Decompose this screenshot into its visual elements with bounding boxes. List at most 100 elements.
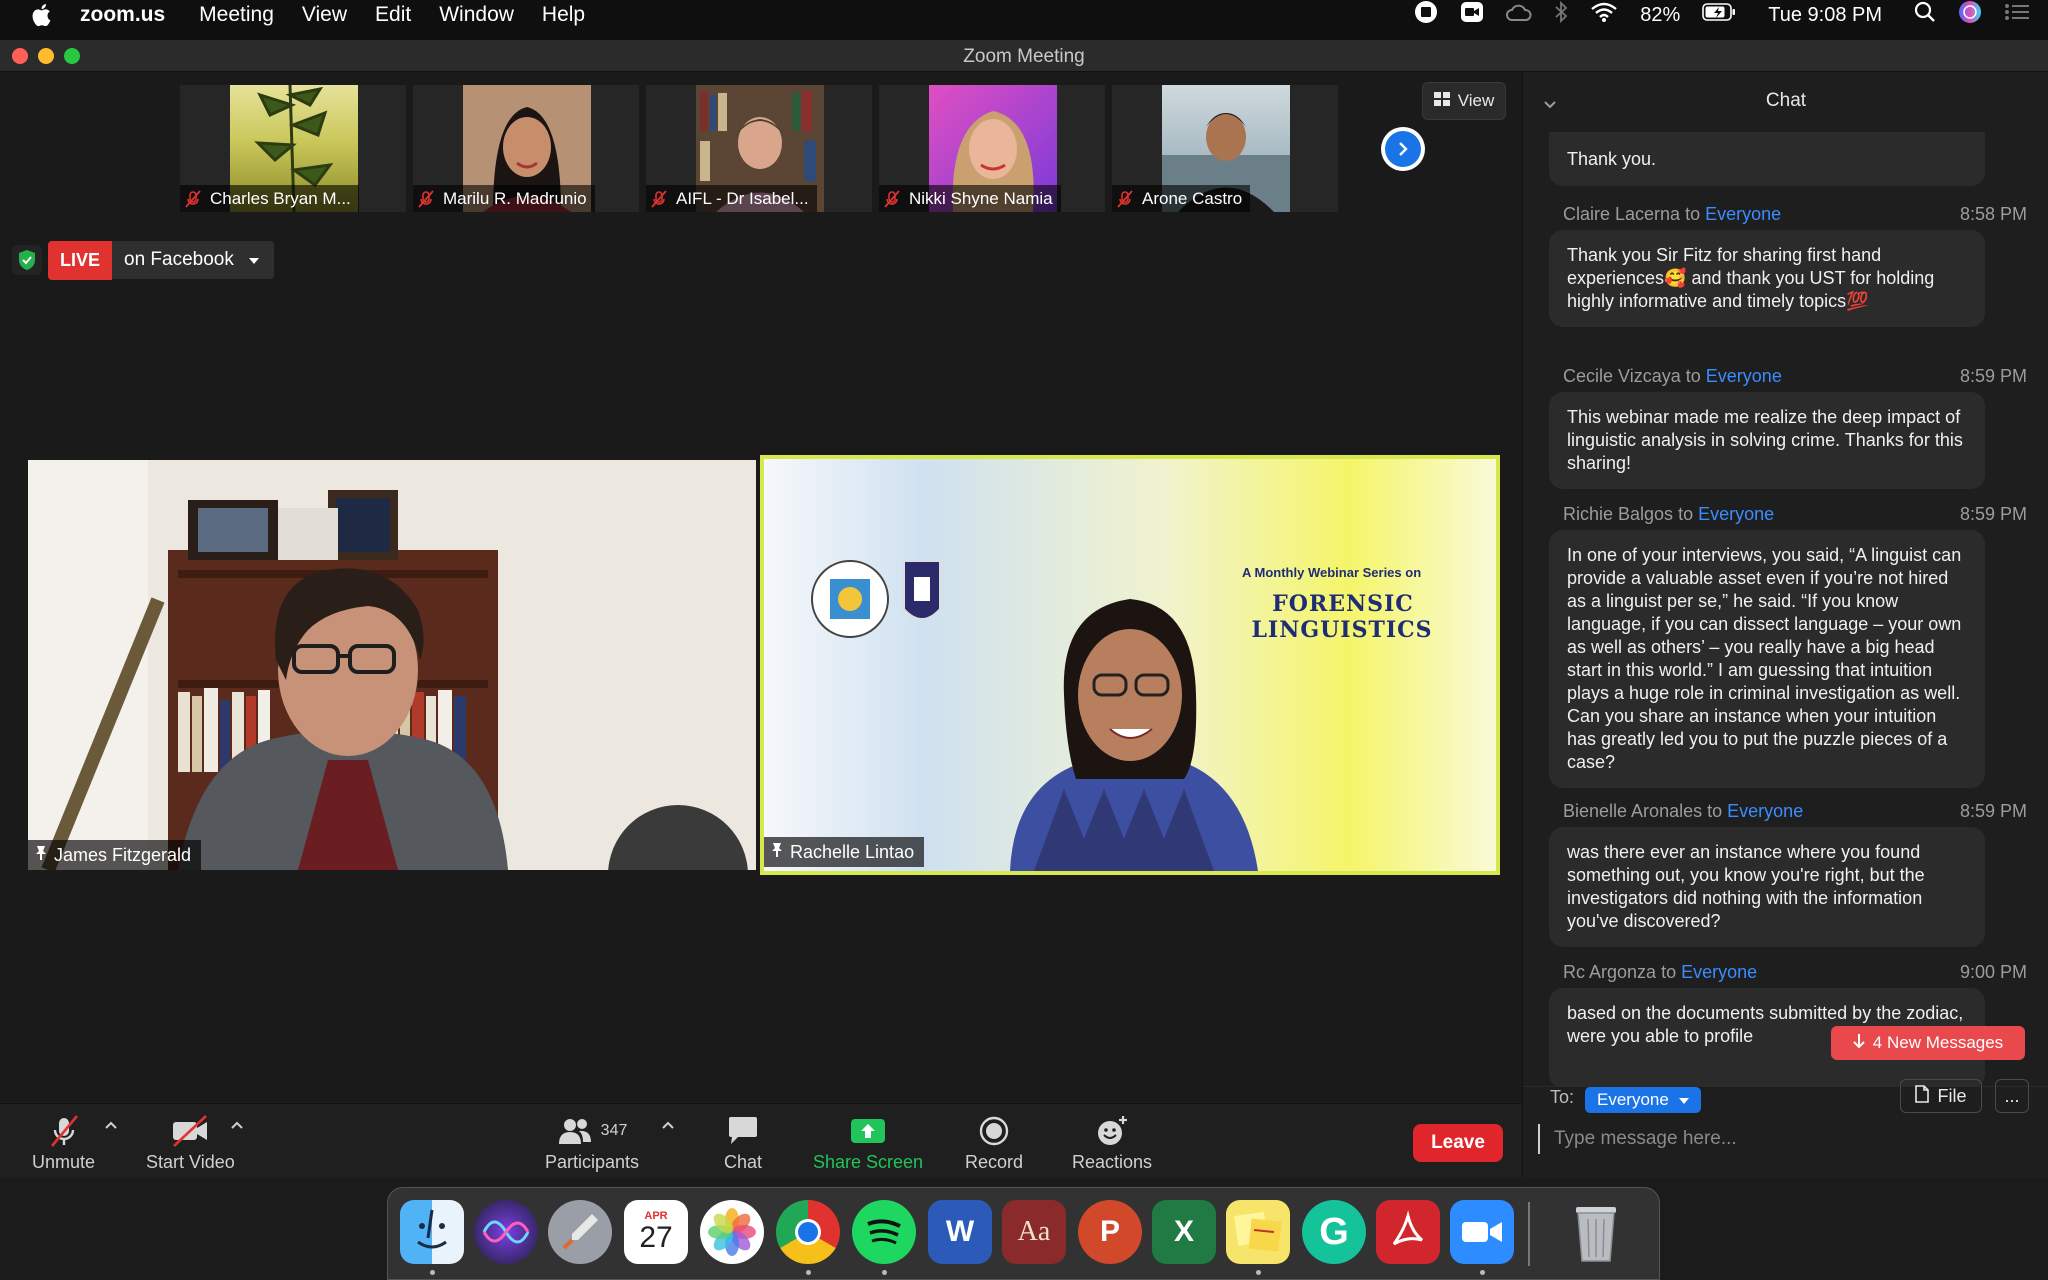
participants-options-caret-icon[interactable] [661,1118,675,1132]
creative-cloud-icon[interactable] [1506,2,1532,28]
muted-mic-icon [650,189,668,208]
apple-menu-icon[interactable] [28,2,54,28]
grammarly-icon[interactable]: G [1302,1200,1366,1264]
chevron-down-icon[interactable] [1543,94,1557,116]
spotify-icon[interactable] [852,1200,916,1264]
adobe-acrobat-icon[interactable] [1376,1200,1440,1264]
video-tile-speaker-left[interactable]: James Fitzgerald [28,460,756,870]
pin-icon [770,842,784,863]
file-icon [1915,1084,1930,1108]
chat-recipient[interactable]: Everyone [1705,204,1781,224]
chat-message-input[interactable] [1538,1124,2028,1154]
chat-message-bubble: Thank you Sir Fitz for sharing first han… [1549,230,1985,327]
live-destination-dropdown[interactable]: on Facebook [112,241,274,279]
file-button[interactable]: File [1900,1079,1982,1113]
chat-message-header: Rc Argonza to Everyone 9:00 PM [1563,962,2027,983]
running-indicator [1256,1270,1261,1275]
chat-message-text: This webinar made me realize the deep im… [1567,407,1963,473]
share-screen-button[interactable]: Share Screen [813,1114,923,1173]
window-title: Zoom Meeting [963,46,1085,67]
new-messages-button[interactable]: 4 New Messages [1831,1026,2025,1060]
muted-mic-icon [47,1114,81,1148]
photos-icon[interactable] [700,1200,764,1264]
zoom-app-icon[interactable] [1450,1200,1514,1264]
chat-sender: Claire Lacerna [1563,204,1681,224]
participant-thumbnail[interactable]: AIFL - Dr Isabel... [646,85,872,212]
notification-center-icon[interactable] [2004,2,2030,28]
bluetooth-icon[interactable] [1554,0,1568,29]
chrome-icon[interactable] [776,1200,840,1264]
running-indicator [430,1270,435,1275]
reactions-button[interactable]: Reactions [1072,1114,1152,1173]
unmute-button[interactable]: Unmute [32,1114,95,1173]
microsoft-excel-icon[interactable]: X [1152,1200,1216,1264]
chat-message-bubble: This webinar made me realize the deep im… [1549,392,1985,489]
meeting-area: Charles Bryan M... Marilu R. Madrunio AI… [0,72,1522,1102]
start-video-button[interactable]: Start Video [146,1114,235,1173]
video-tile-active-speaker[interactable]: A Monthly Webinar Series on FORENSIC LIN… [760,455,1500,875]
running-indicator [806,1270,811,1275]
chat-recipient-value: Everyone [1597,1090,1669,1109]
chat-recipient[interactable]: Everyone [1698,504,1774,524]
chat-message-text: was there ever an instance where you fou… [1567,842,1925,931]
dictionary-icon[interactable]: Aa [1002,1200,1066,1264]
meeting-controls-toolbar: Unmute Start Video 347 Participants Chat… [0,1103,1522,1178]
chat-recipient-dropdown[interactable]: Everyone [1585,1087,1701,1113]
menu-edit[interactable]: Edit [375,3,411,27]
menu-window[interactable]: Window [439,3,514,27]
participant-video-feed [764,459,1496,871]
audio-options-caret-icon[interactable] [104,1118,118,1132]
menu-meeting[interactable]: Meeting [199,3,274,27]
leave-meeting-button[interactable]: Leave [1413,1124,1503,1162]
chat-timestamp: 8:59 PM [1959,366,2027,386]
chat-more-options-button[interactable]: ... [1995,1079,2029,1113]
screen-record-status-icon[interactable] [1414,0,1438,30]
participant-thumbnail[interactable]: Marilu R. Madrunio [413,85,639,212]
chat-button[interactable]: Chat [724,1114,762,1173]
share-screen-icon [850,1114,886,1148]
chat-to-word: to [1707,801,1723,821]
trash-icon[interactable] [1564,1200,1628,1264]
chat-recipient[interactable]: Everyone [1681,962,1757,982]
view-button[interactable]: View [1422,82,1506,120]
siri-app-icon[interactable] [474,1200,538,1264]
participant-thumbnail[interactable]: Charles Bryan M... [180,85,406,212]
participant-thumbnail[interactable]: Arone Castro [1112,85,1338,212]
security-shield-icon[interactable] [12,245,42,275]
chat-message-list[interactable]: Thank you. Claire Lacerna to Everyone 8:… [1523,132,2048,1122]
participants-button[interactable]: 347 Participants [545,1114,639,1173]
participant-thumbnail[interactable]: Nikki Shyne Namia [879,85,1105,212]
siri-icon[interactable] [1958,0,1982,30]
zoom-status-icon[interactable] [1460,1,1484,29]
view-button-label: View [1457,91,1495,110]
muted-mic-icon [1116,189,1134,208]
launchpad-icon[interactable] [548,1200,612,1264]
chat-recipient[interactable]: Everyone [1706,366,1782,386]
live-stream-bar: LIVE on Facebook [12,240,274,280]
menu-help[interactable]: Help [542,3,585,27]
participant-name-bar: Marilu R. Madrunio [413,185,595,212]
microsoft-powerpoint-icon[interactable]: P [1078,1200,1142,1264]
spotlight-search-icon[interactable] [1914,1,1936,29]
clock[interactable]: Tue 9:08 PM [1768,4,1882,27]
microsoft-word-icon[interactable]: W [928,1200,992,1264]
stickies-icon[interactable] [1226,1200,1290,1264]
new-messages-label: 4 New Messages [1872,1033,2004,1052]
wifi-icon[interactable] [1590,1,1618,29]
chat-sender: Cecile Vizcaya [1563,366,1681,386]
video-name-label: James Fitzgerald [28,840,202,870]
chat-title: Chat [1765,90,1807,111]
calendar-icon[interactable]: APR 27 [624,1200,688,1264]
battery-icon[interactable] [1702,3,1736,27]
finder-icon[interactable] [400,1200,464,1264]
menu-view[interactable]: View [302,3,347,27]
video-options-caret-icon[interactable] [230,1118,244,1132]
chat-recipient[interactable]: Everyone [1727,801,1803,821]
next-page-button[interactable] [1381,127,1425,171]
record-button[interactable]: Record [965,1114,1023,1173]
participants-count: 347 [600,1122,628,1139]
video-name-label: Rachelle Lintao [764,837,925,867]
live-badge[interactable]: LIVE [48,240,113,280]
chat-message-bubble: Thank you. [1549,132,1985,186]
menu-app-name[interactable]: zoom.us [80,3,165,27]
